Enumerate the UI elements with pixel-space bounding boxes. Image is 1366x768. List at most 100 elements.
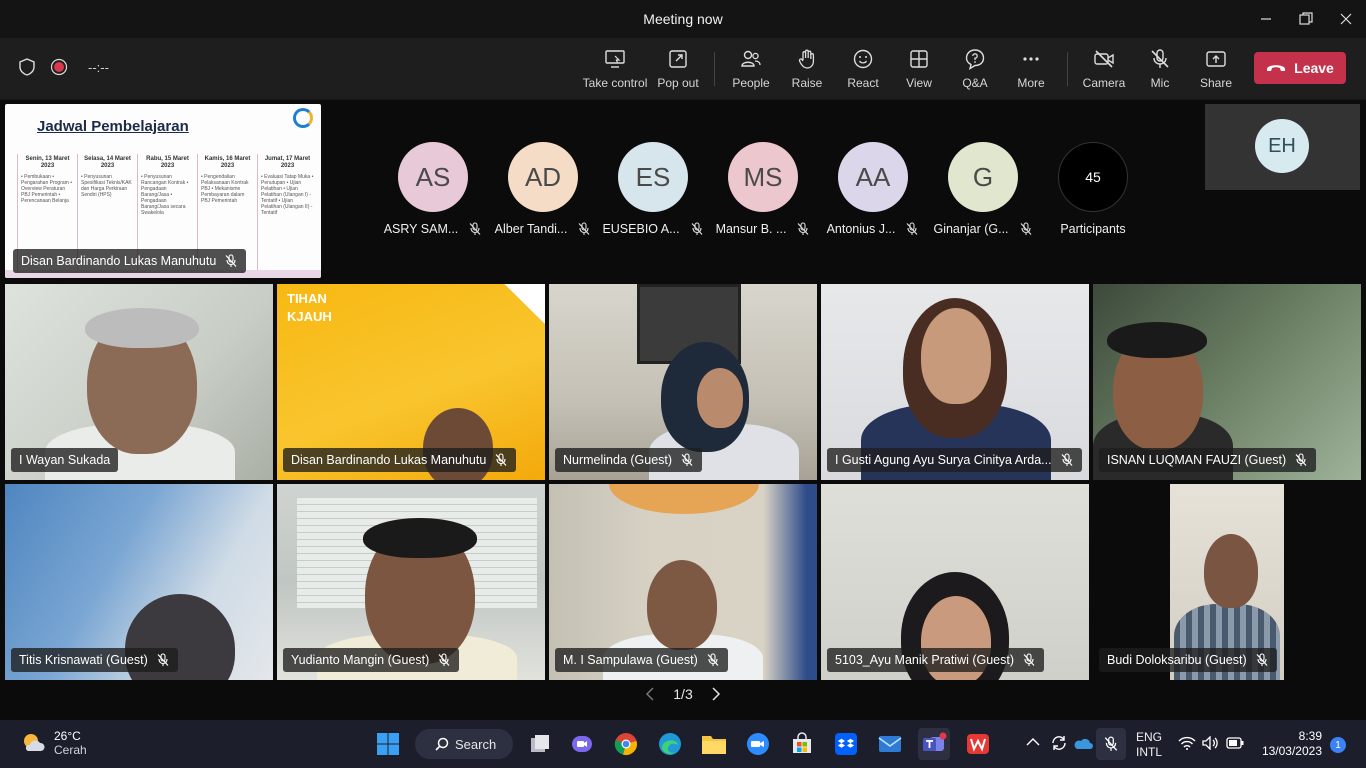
share-button[interactable]: Share — [1188, 48, 1244, 94]
start-button[interactable] — [372, 728, 404, 760]
camera-button[interactable]: Camera — [1076, 48, 1132, 94]
self-view[interactable]: EH — [1205, 104, 1360, 190]
participant-avatar[interactable]: G Ginanjar (G... — [931, 142, 1035, 242]
battery-tray-button[interactable] — [1226, 737, 1244, 752]
participant-avatar[interactable]: ES EUSEBIO A... — [601, 142, 705, 242]
person-face — [697, 368, 743, 428]
zoom-app[interactable] — [742, 728, 774, 760]
presenter-nametag: Disan Bardinando Lukas Manuhutu — [13, 249, 247, 273]
column-header: Selasa, 14 Maret 2023 — [84, 156, 131, 169]
participants-overflow[interactable]: 45 Participants — [1041, 142, 1145, 242]
file-explorer-app[interactable] — [698, 728, 730, 760]
participant-avatar[interactable]: AD Alber Tandi... — [491, 142, 595, 242]
volume-tray-button[interactable] — [1202, 735, 1220, 753]
restore-button[interactable] — [1286, 0, 1326, 38]
store-icon — [793, 732, 811, 753]
clock-date: 13/03/2023 — [1261, 744, 1322, 758]
share-label: Share — [1199, 76, 1233, 90]
more-label: More — [1017, 76, 1045, 90]
mic-off-icon — [225, 254, 237, 267]
share-screen-icon — [1206, 51, 1226, 67]
participant-name: Titis Krisnawati (Guest) — [19, 653, 148, 667]
leave-label: Leave — [1294, 60, 1334, 76]
system-clock[interactable]: 8:39 13/03/2023 — [1262, 729, 1322, 759]
column-body: • Evaluasi Tatap Muka • Penutupan • Ujia… — [261, 174, 314, 216]
video-tile[interactable]: Nurmelinda (Guest) — [549, 284, 817, 480]
store-app[interactable] — [786, 728, 818, 760]
toolbar-divider — [1067, 52, 1068, 86]
mail-app[interactable] — [874, 728, 906, 760]
avatar-name-row: Ginanjar (G... — [933, 222, 1032, 236]
participant-name: I Wayan Sukada — [19, 453, 111, 467]
weather-widget[interactable]: 26°C Cerah — [20, 729, 87, 757]
participant-avatar[interactable]: AS ASRY SAM... — [381, 142, 485, 242]
video-tile[interactable]: TIHAN KJAUH Disan Bardinando Lukas Manuh… — [277, 284, 545, 480]
mic-tray-button[interactable] — [1096, 728, 1126, 760]
video-tile[interactable]: Titis Krisnawati (Guest) — [5, 484, 273, 680]
view-button[interactable]: View — [891, 48, 947, 94]
edge-icon — [659, 733, 681, 755]
participants-count: 45 — [1058, 142, 1128, 212]
chevron-right-icon[interactable] — [711, 687, 721, 701]
show-hidden-icons[interactable] — [1026, 736, 1040, 750]
teams-chat-app[interactable] — [566, 728, 598, 760]
tile-nametag: I Wayan Sukada — [11, 448, 119, 472]
tile-nametag: 5103_Ayu Manik Pratiwi (Guest) — [827, 648, 1045, 672]
video-tile[interactable]: I Gusti Agung Ayu Surya Cinitya Arda... — [821, 284, 1089, 480]
avatar-name-row: Alber Tandi... — [495, 222, 592, 236]
video-tile[interactable]: M. I Sampulawa (Guest) — [549, 484, 817, 680]
video-tile[interactable]: Yudianto Mangin (Guest) — [277, 484, 545, 680]
taskbar-search[interactable]: Search — [415, 729, 513, 759]
tile-nametag: ISNAN LUQMAN FAUZI (Guest) — [1099, 448, 1317, 472]
smiley-icon — [853, 49, 873, 69]
teams-icon — [923, 732, 947, 751]
pop-out-button[interactable]: Pop out — [650, 48, 706, 94]
pagination: 1/3 — [0, 686, 1366, 702]
qa-button[interactable]: Q&A — [947, 48, 1003, 94]
recording-icon — [50, 58, 68, 76]
keyboard-layout: INTL — [1136, 745, 1163, 759]
language-code: ENG — [1136, 730, 1163, 744]
take-control-button[interactable]: Take control — [583, 48, 647, 94]
task-view-button[interactable] — [524, 728, 556, 760]
chevron-left-icon[interactable] — [645, 687, 655, 701]
participant-avatar[interactable]: AA Antonius J... — [821, 142, 925, 242]
language-indicator[interactable]: ENG INTL — [1136, 730, 1162, 760]
mic-off-icon — [578, 222, 590, 235]
close-button[interactable] — [1326, 0, 1366, 38]
dropbox-app[interactable] — [830, 728, 862, 760]
people-button[interactable]: People — [723, 48, 779, 94]
raise-hand-button[interactable]: Raise — [779, 48, 835, 94]
video-chat-icon — [572, 736, 592, 752]
onedrive-tray-button[interactable] — [1073, 736, 1093, 753]
shared-screen[interactable]: Jadwal Pembelajaran Senin, 13 Maret 2023… — [5, 104, 321, 278]
mail-icon — [878, 736, 902, 752]
notification-badge[interactable]: 1 — [1330, 737, 1346, 753]
person-face — [1204, 534, 1258, 608]
task-view-icon — [531, 735, 549, 752]
chrome-app[interactable] — [610, 728, 642, 760]
network-tray-button[interactable] — [1178, 736, 1196, 753]
leave-button[interactable]: Leave — [1254, 52, 1346, 84]
react-button[interactable]: React — [835, 48, 891, 94]
participant-name: Ginanjar (G... — [933, 222, 1009, 236]
mic-button[interactable]: Mic — [1132, 48, 1188, 94]
video-tile[interactable]: Budi Doloksaribu (Guest) — [1093, 484, 1361, 680]
teams-app[interactable] — [918, 728, 950, 760]
more-button[interactable]: More — [1003, 48, 1059, 94]
sync-tray-button[interactable] — [1050, 734, 1068, 755]
edge-app[interactable] — [654, 728, 686, 760]
wps-office-app[interactable] — [962, 728, 994, 760]
pop-out-label: Pop out — [657, 76, 699, 90]
participant-avatar[interactable]: MS Mansur B. ... — [711, 142, 815, 242]
video-tile[interactable]: ISNAN LUQMAN FAUZI (Guest) — [1093, 284, 1361, 480]
react-label: React — [847, 76, 879, 90]
participant-name: M. I Sampulawa (Guest) — [563, 653, 698, 667]
tile-nametag: M. I Sampulawa (Guest) — [555, 648, 728, 672]
weather-text: 26°C Cerah — [54, 729, 87, 757]
video-tile[interactable]: 5103_Ayu Manik Pratiwi (Guest) — [821, 484, 1089, 680]
minimize-button[interactable] — [1246, 0, 1286, 38]
video-tile[interactable]: I Wayan Sukada — [5, 284, 273, 480]
shield-icon[interactable] — [18, 58, 36, 76]
window-title: Meeting now — [643, 11, 723, 27]
